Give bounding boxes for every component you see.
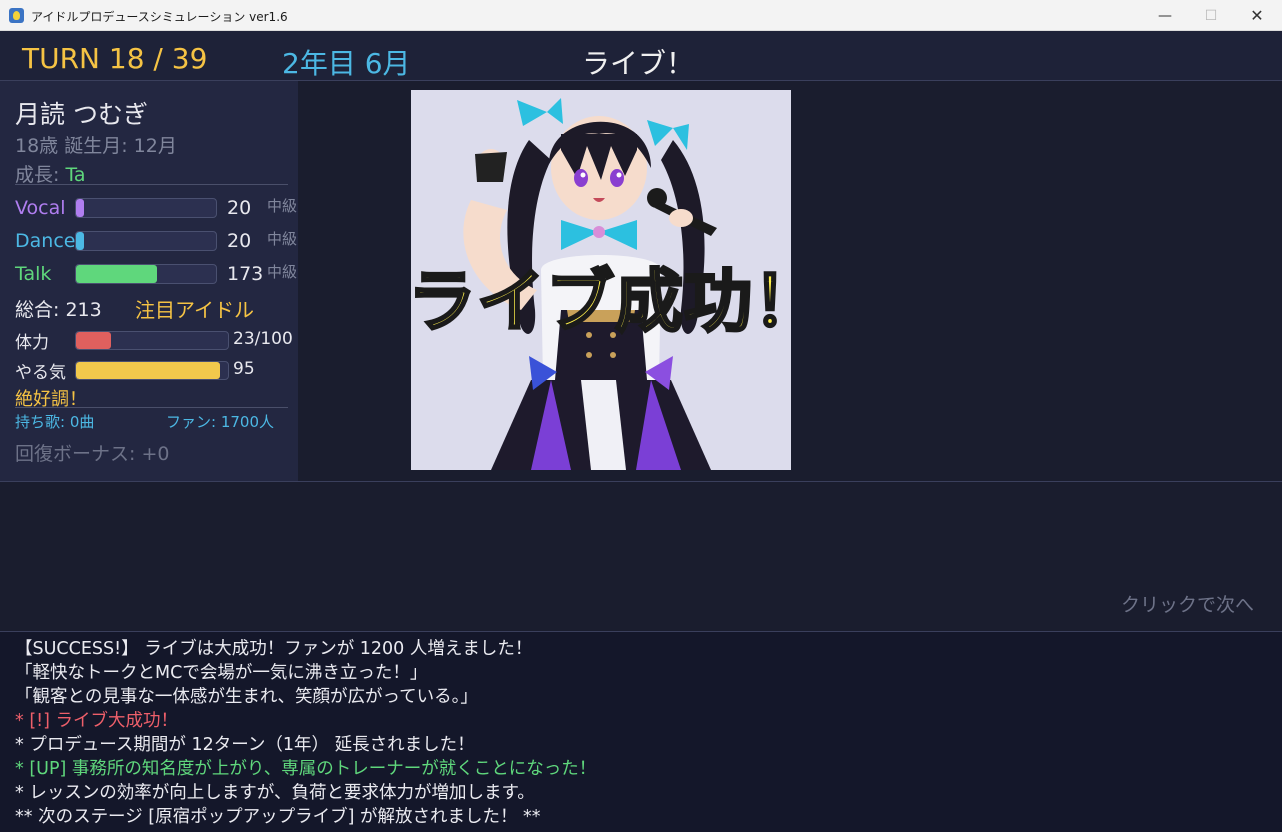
- talk-value: 173: [227, 263, 264, 285]
- stamina-bar-fill: [76, 332, 111, 349]
- log-line: 【SUCCESS!】 ライブは大成功！ファンが 1200 人増えました！: [15, 639, 533, 659]
- event-title: ライブ！: [582, 47, 695, 80]
- idol-name: 月読 つむぎ: [15, 100, 148, 129]
- idol-age-birth: 18歳 誕生月: 12月: [15, 135, 177, 157]
- log-line: * [UP] 事務所の知名度が上がり、専属のトレーナーが就くことになった！: [15, 759, 597, 779]
- vocal-rank: 中級: [267, 197, 298, 215]
- idol-rank-title: 注目アイドル: [135, 298, 254, 322]
- minimize-button[interactable]: —: [1142, 0, 1188, 31]
- divider: [15, 407, 288, 408]
- stamina-value: 23/100: [233, 329, 293, 349]
- log-line: ** 次のステージ [原宿ポップアップライブ] が解放されました！ **: [15, 807, 541, 827]
- dance-value: 20: [227, 230, 252, 252]
- close-button[interactable]: ✕: [1234, 0, 1280, 31]
- vocal-value: 20: [227, 197, 252, 219]
- dance-bar: [75, 231, 217, 251]
- game-date: 2年目 6月: [282, 47, 411, 80]
- songs-count: 持ち歌: 0曲: [15, 413, 95, 431]
- motivation-bar-fill: [76, 362, 221, 379]
- turn-counter: TURN 18 / 39: [22, 42, 208, 75]
- log-line: 「観客との見事な一体感が生まれ、笑顔が広がっている。」: [15, 687, 478, 707]
- log-line: 「軽快なトークとMCで会場が一気に沸き立った！」: [15, 663, 428, 683]
- app-icon: [9, 8, 24, 23]
- talk-bar-fill: [76, 265, 158, 283]
- message-area[interactable]: クリックで次へ: [0, 482, 1282, 632]
- live-success-banner: ライブ成功！: [406, 262, 823, 344]
- recovery-bonus: 回復ボーナス: +0: [15, 443, 170, 465]
- idol-status-panel: 月読 つむぎ 18歳 誕生月: 12月 成長: Ta Vocal 20 中級 D…: [0, 81, 298, 481]
- talk-bar: [75, 264, 217, 284]
- log-line: * レッスンの効率が向上しますが、負荷と要求体力が増加します。: [15, 783, 535, 803]
- dance-rank: 中級: [267, 230, 298, 248]
- motivation-label: やる気: [15, 363, 66, 383]
- event-log: 【SUCCESS!】 ライブは大成功！ファンが 1200 人増えました！ 「軽快…: [0, 632, 1282, 832]
- dance-label: Dance: [15, 230, 76, 252]
- total-stat: 総合: 213: [15, 299, 102, 321]
- vocal-bar: [75, 198, 217, 218]
- vocal-bar-fill: [76, 199, 85, 217]
- divider: [15, 184, 288, 185]
- vocal-label: Vocal: [15, 197, 66, 219]
- maximize-button[interactable]: ☐: [1188, 0, 1234, 31]
- window-title: アイドルプロデュースシミュレーション ver1.6: [31, 10, 288, 24]
- idol-growth: 成長: Ta: [15, 160, 86, 187]
- fan-count: ファン: 1700人: [166, 413, 274, 431]
- stamina-bar: [75, 331, 229, 350]
- motivation-value: 95: [233, 359, 255, 379]
- talk-label: Talk: [15, 263, 52, 285]
- game-header: TURN 18 / 39 2年目 6月 ライブ！: [0, 31, 1282, 81]
- stamina-label: 体力: [15, 333, 49, 353]
- window-titlebar: アイドルプロデュースシミュレーション ver1.6 — ☐ ✕: [0, 0, 1282, 31]
- log-line: * プロデュース期間が 12ターン（1年） 延長されました！: [15, 735, 475, 755]
- talk-rank: 中級: [267, 263, 298, 281]
- log-line: * [!] ライブ大成功！: [15, 711, 179, 731]
- click-next-hint[interactable]: クリックで次へ: [1121, 590, 1254, 617]
- growth-value: Ta: [65, 164, 86, 186]
- dance-bar-fill: [76, 232, 85, 250]
- main-area: 月読 つむぎ 18歳 誕生月: 12月 成長: Ta Vocal 20 中級 D…: [0, 81, 1282, 482]
- growth-label: 成長:: [15, 164, 66, 186]
- motivation-bar: [75, 361, 229, 380]
